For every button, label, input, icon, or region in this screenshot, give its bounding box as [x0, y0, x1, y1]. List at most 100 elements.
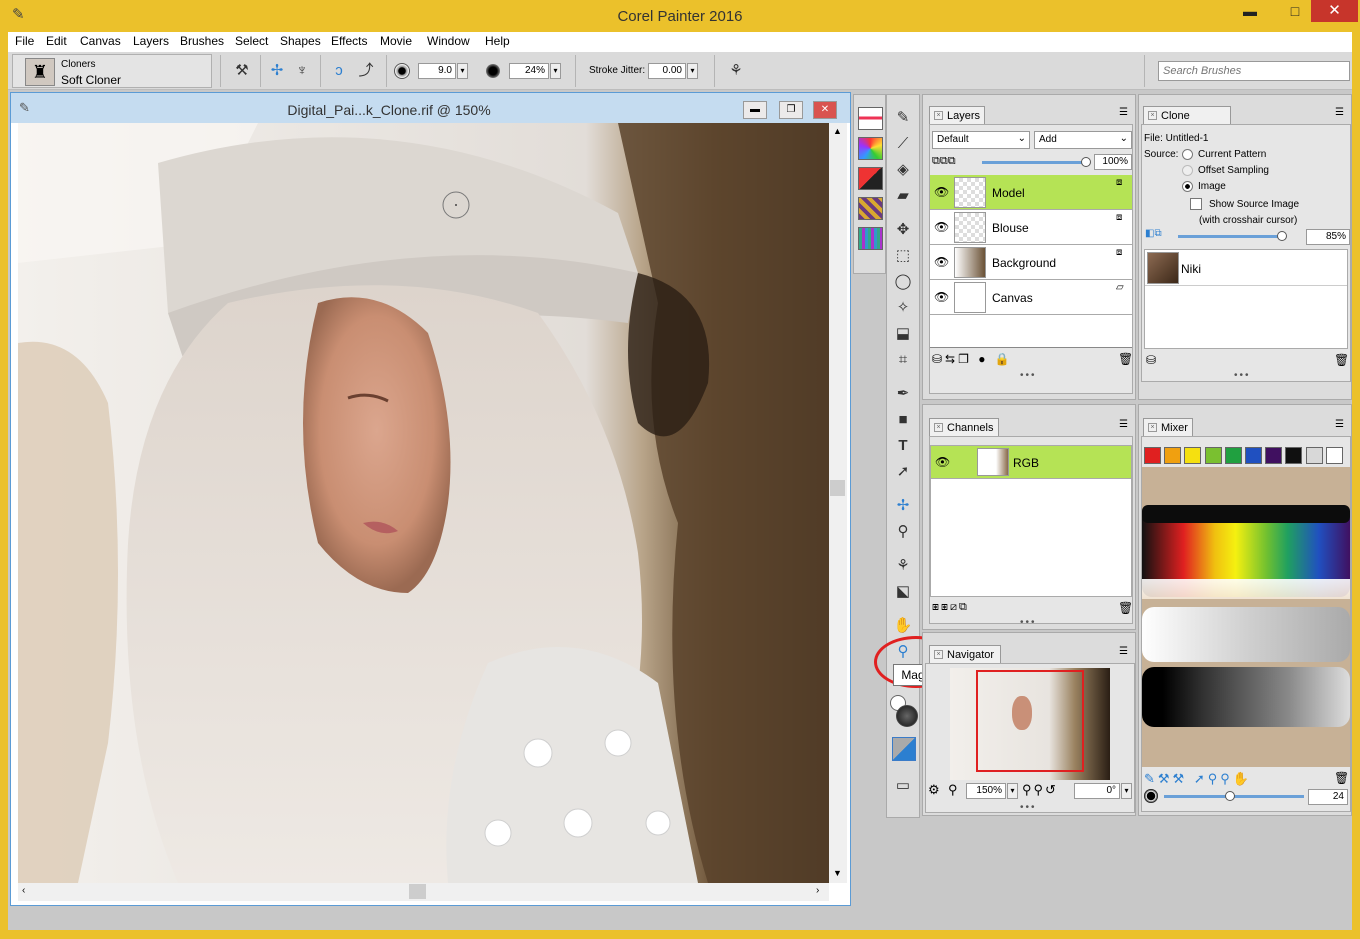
paper-selector-icon[interactable]: [892, 737, 916, 761]
layer-commands-icons[interactable]: ⛁⇆❐ ● 🔒: [932, 352, 1013, 366]
scroll-left-icon[interactable]: ‹: [22, 885, 25, 896]
composite-depth-select[interactable]: Add ⌄: [1034, 131, 1132, 149]
weaving-library-icon[interactable]: [858, 197, 883, 220]
menu-canvas[interactable]: Canvas: [80, 34, 121, 48]
eraser-icon[interactable]: ▰: [892, 185, 914, 207]
menu-select[interactable]: Select: [235, 34, 268, 48]
layer-row-blouse[interactable]: 👁 Blouse ⧈: [930, 210, 1132, 245]
delete-layer-icon[interactable]: 🗑: [1118, 352, 1133, 366]
composite-method-select[interactable]: Default ⌄: [932, 131, 1030, 149]
menu-file[interactable]: File: [15, 34, 34, 48]
delete-channel-icon[interactable]: 🗑: [1118, 601, 1133, 615]
layer-row-background[interactable]: 👁 Background ⧈: [930, 245, 1132, 280]
transform-icon[interactable]: ⬓: [892, 323, 914, 345]
radio-current-pattern[interactable]: [1182, 149, 1193, 160]
maximize-button[interactable]: □: [1280, 0, 1310, 22]
rubber-stamp-icon[interactable]: ⚲: [892, 521, 914, 543]
layers-tab[interactable]: × Layers: [929, 106, 985, 124]
layer-adjuster-icon[interactable]: ✥: [892, 219, 914, 241]
scroll-up-icon[interactable]: ▲: [833, 126, 842, 136]
brush-selector[interactable]: ♜ Cloners Soft Cloner: [12, 54, 212, 88]
source-overlay-icons[interactable]: ◧⧉: [1145, 228, 1162, 239]
paint-bucket-icon[interactable]: ◈: [892, 159, 914, 181]
lasso-icon[interactable]: ◯: [892, 271, 914, 293]
navigator-rotation-dropdown-icon[interactable]: ▾: [1121, 783, 1132, 799]
channels-tab[interactable]: × Channels: [929, 418, 999, 436]
stroke-jitter-input[interactable]: 0.00: [648, 63, 686, 79]
vertical-scrollbar[interactable]: ▲ ▼: [829, 123, 847, 883]
panel-menu-icon[interactable]: ☰: [1119, 107, 1128, 118]
show-source-checkbox[interactable]: [1190, 198, 1202, 210]
clone-source-tab[interactable]: ×Clone Source: [1143, 106, 1231, 138]
gradient-library-icon[interactable]: [858, 137, 883, 160]
horizontal-scrollbar[interactable]: ‹ ›: [18, 883, 829, 901]
source-item[interactable]: Niki: [1145, 250, 1347, 286]
document-close-button[interactable]: ✕: [813, 101, 837, 119]
resize-grip[interactable]: •••: [1020, 802, 1037, 813]
visibility-eye-icon[interactable]: 👁: [934, 255, 949, 269]
document-minimize-button[interactable]: ▬: [743, 101, 767, 119]
size-dropdown-icon[interactable]: ▾: [457, 63, 468, 79]
horizontal-scroll-thumb[interactable]: [409, 884, 426, 899]
panel-menu-icon[interactable]: ☰: [1335, 419, 1344, 430]
clone-source-icon[interactable]: ♆: [291, 60, 313, 82]
mixer-swatch[interactable]: [1305, 447, 1323, 464]
reset-brush-icon[interactable]: ⚒: [231, 60, 253, 82]
channel-commands-icons[interactable]: ⧆⧆⧄⧉: [932, 601, 969, 614]
radio-image[interactable]: [1182, 181, 1193, 192]
menu-shapes[interactable]: Shapes: [280, 34, 321, 48]
add-source-icon[interactable]: ⛁: [1146, 353, 1156, 367]
layer-opacity-input[interactable]: 100%: [1094, 154, 1132, 170]
layer-row-model[interactable]: 👁 Model ⧈: [930, 175, 1132, 210]
stroke-jitter-dropdown-icon[interactable]: ▾: [687, 63, 698, 79]
grabber-hand-icon[interactable]: ✋: [892, 615, 914, 637]
scroll-right-icon[interactable]: ›: [816, 885, 819, 896]
source-opacity-slider[interactable]: [1178, 235, 1282, 238]
navigator-tab[interactable]: × Navigator: [929, 645, 1001, 663]
size-input[interactable]: 9.0: [418, 63, 456, 79]
visibility-eye-icon[interactable]: 👁: [934, 290, 949, 304]
menu-help[interactable]: Help: [485, 34, 510, 48]
navigator-rotation-input[interactable]: 0°: [1074, 783, 1120, 799]
screen-mode-icon[interactable]: ▭: [892, 775, 914, 797]
straight-line-icon[interactable]: ⤴: [355, 60, 377, 82]
crop-icon[interactable]: ⌗: [892, 349, 914, 371]
navigator-zoom-input[interactable]: 150%: [966, 783, 1006, 799]
opacity-dropdown-icon[interactable]: ▾: [550, 63, 561, 79]
magic-wand-icon[interactable]: ✧: [892, 297, 914, 319]
shape-selection-icon[interactable]: ➚: [892, 461, 914, 483]
navigator-view-rectangle[interactable]: [976, 670, 1084, 772]
menu-edit[interactable]: Edit: [46, 34, 67, 48]
source-opacity-handle[interactable]: [1277, 231, 1287, 241]
pattern-library-icon[interactable]: [858, 167, 883, 190]
panel-menu-icon[interactable]: ☰: [1119, 419, 1128, 430]
resize-grip[interactable]: •••: [1234, 370, 1251, 381]
mixer-size-input[interactable]: 24: [1308, 789, 1348, 805]
navigator-zoom-buttons[interactable]: ⚲⚲↺: [1022, 782, 1058, 798]
mixer-pad[interactable]: [1142, 467, 1350, 767]
painting-canvas[interactable]: [18, 123, 829, 883]
paper-library-icon[interactable]: [858, 107, 883, 130]
mixer-tools-icons[interactable]: ✎⚒⚒ ➚⚲⚲✋: [1144, 771, 1252, 787]
panel-menu-icon[interactable]: ☰: [1335, 107, 1344, 118]
mixer-swatch[interactable]: [1164, 447, 1182, 464]
mixer-swatch[interactable]: [1285, 447, 1303, 464]
main-color-icon[interactable]: [896, 705, 918, 727]
mixer-swatch[interactable]: [1204, 447, 1222, 464]
dab-preview-icon[interactable]: ⚘: [725, 60, 747, 82]
dropper-tool-icon[interactable]: ⟋: [892, 133, 914, 155]
mixer-tab[interactable]: × Mixer: [1143, 418, 1193, 436]
navigator-zoom-icon[interactable]: ⚲: [948, 782, 958, 798]
navigator-preview[interactable]: [950, 668, 1110, 780]
menu-effects[interactable]: Effects: [331, 34, 367, 48]
visibility-eye-icon[interactable]: 👁: [935, 455, 950, 469]
navigator-settings-icon[interactable]: ⚙: [928, 782, 940, 798]
menu-layers[interactable]: Layers: [133, 34, 169, 48]
delete-source-icon[interactable]: 🗑: [1334, 353, 1349, 367]
navigator-zoom-dropdown-icon[interactable]: ▾: [1007, 783, 1018, 799]
opacity-slider-handle[interactable]: [1081, 157, 1091, 167]
rect-select-icon[interactable]: ⬚: [892, 245, 914, 267]
menu-brushes[interactable]: Brushes: [180, 34, 224, 48]
menu-window[interactable]: Window: [427, 34, 470, 48]
mixer-swatch[interactable]: [1325, 447, 1343, 464]
